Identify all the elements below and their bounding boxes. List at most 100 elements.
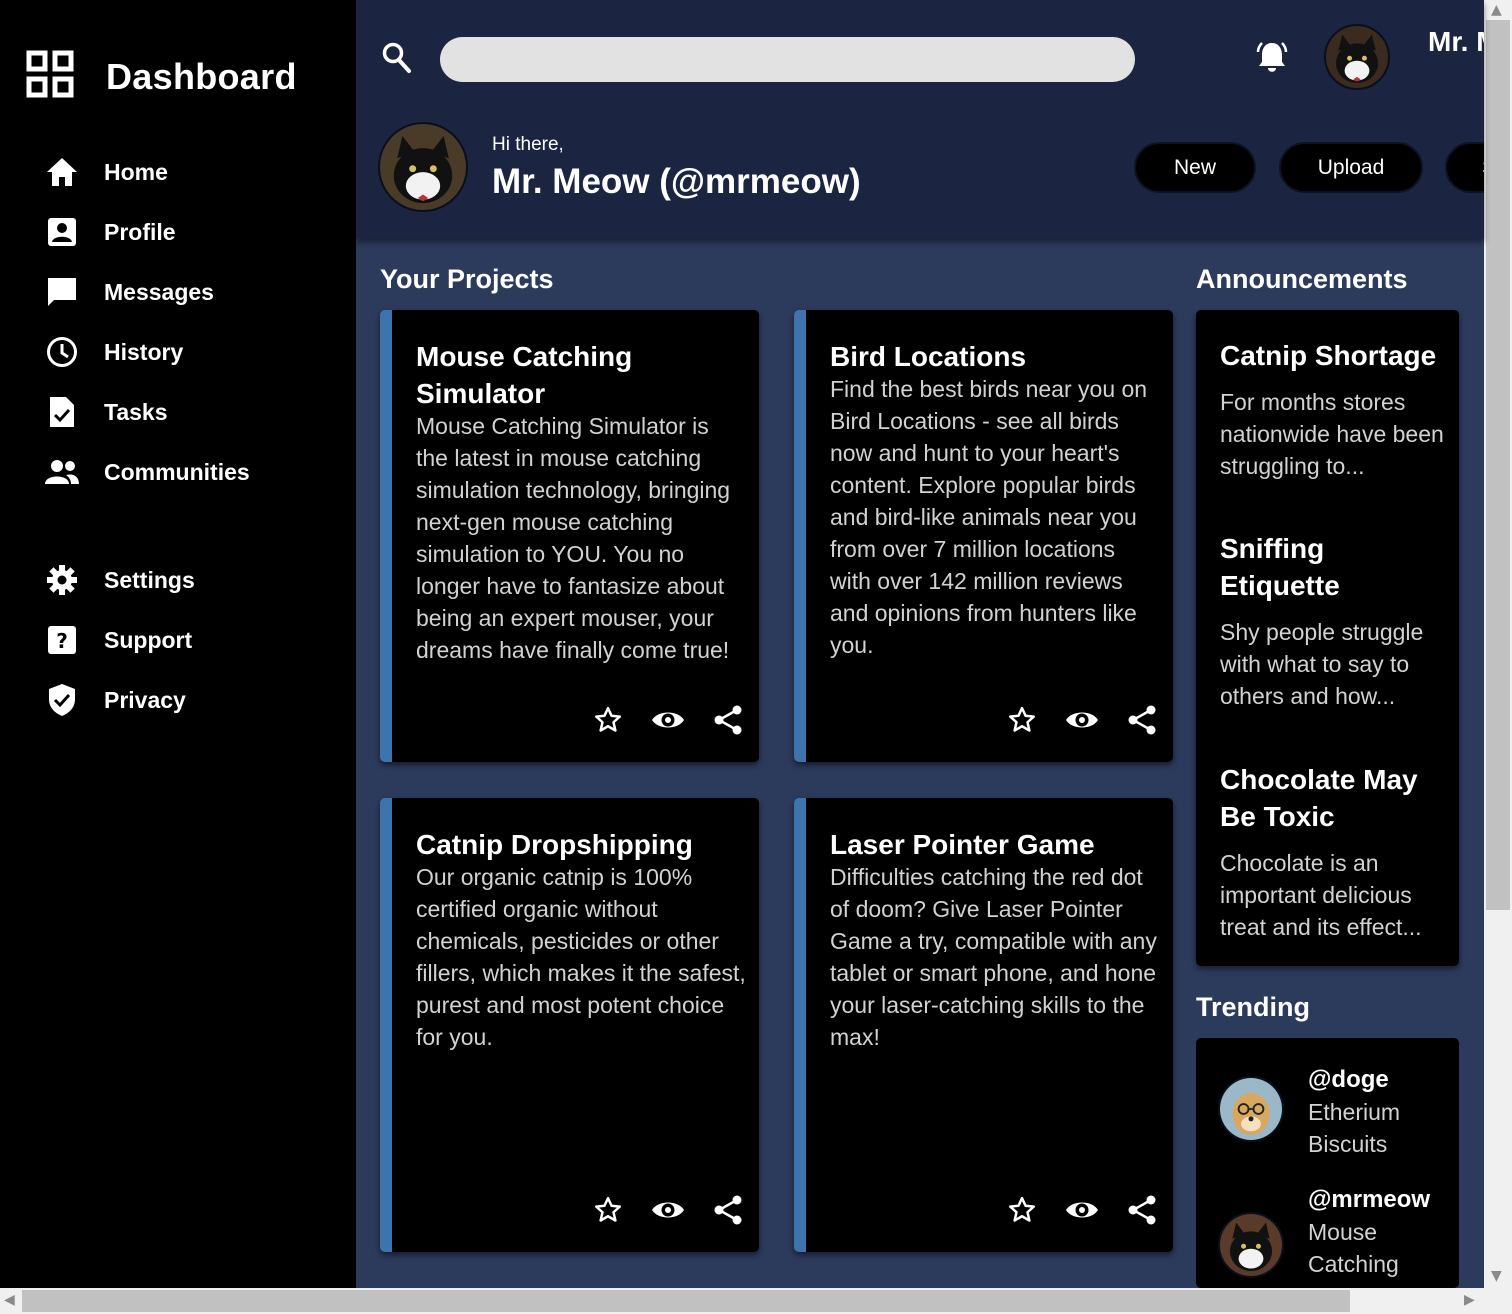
upload-button[interactable]: Upload <box>1279 142 1423 193</box>
user-avatar[interactable] <box>1324 24 1390 90</box>
announcement-text: For months stores nationwide have been s… <box>1220 389 1444 479</box>
star-icon[interactable] <box>578 1190 638 1230</box>
top-header: Mr. Meow Hi there, Mr. Meow (@mrmeow) Ne… <box>356 0 1484 238</box>
share-icon[interactable] <box>698 1190 758 1230</box>
sidebar-item-settings[interactable]: Settings <box>44 560 195 600</box>
eye-icon[interactable] <box>1052 700 1112 740</box>
announcement-item[interactable]: Sniffing Etiquette Shy people struggle w… <box>1220 530 1450 712</box>
project-card[interactable]: Laser Pointer Game Difficulties catching… <box>794 798 1173 1252</box>
sidebar-item-communities[interactable]: Communities <box>44 452 250 492</box>
project-description: Difficulties catching the red dot of doo… <box>830 864 1157 1050</box>
trending-project: Etherium Biscuits <box>1308 1099 1401 1157</box>
trending-title: Trending <box>1196 992 1310 1022</box>
project-card[interactable]: Mouse Catching Simulator Mouse Catching … <box>380 310 759 762</box>
project-card[interactable]: Bird Locations Find the best birds near … <box>794 310 1173 762</box>
scroll-left-arrow[interactable]: ◀ <box>4 1292 15 1308</box>
greeting-text: Hi there, <box>492 134 564 155</box>
trending-project: Mouse Catching <box>1308 1219 1399 1277</box>
eye-icon[interactable] <box>638 1190 698 1230</box>
trending-avatar[interactable] <box>1218 1212 1284 1278</box>
project-card[interactable]: Catnip Dropshipping Our organic catnip i… <box>380 798 759 1252</box>
vertical-scroll-thumb[interactable] <box>1486 20 1510 910</box>
sidebar-item-history[interactable]: History <box>44 332 183 372</box>
project-title: Laser Pointer Game <box>830 829 1095 860</box>
announcement-text: Chocolate is an important delicious trea… <box>1220 850 1422 940</box>
sidebar-item-profile[interactable]: Profile <box>44 212 176 252</box>
trending-item[interactable]: @mrmeow Mouse Catching <box>1308 1184 1458 1280</box>
project-actions <box>578 1190 758 1230</box>
sidebar-item-privacy[interactable]: Privacy <box>44 680 186 720</box>
search-icon[interactable] <box>382 42 412 79</box>
project-actions <box>992 700 1172 740</box>
sidebar-item-label: Communities <box>104 458 250 485</box>
dashboard-title: Dashboard <box>106 55 297 97</box>
notification-bell-icon[interactable] <box>1254 40 1290 81</box>
sidebar-item-label: Support <box>104 626 193 653</box>
sidebar-item-label: Profile <box>104 218 176 245</box>
share-icon[interactable] <box>1112 1190 1172 1230</box>
announcement-item[interactable]: Chocolate May Be Toxic Chocolate is an i… <box>1220 761 1450 943</box>
sidebar: Dashboard Home Profile Messages History … <box>0 0 356 1288</box>
project-description: Our organic catnip is 100% certified org… <box>416 864 746 1050</box>
share-icon[interactable] <box>1112 700 1172 740</box>
history-icon <box>44 334 80 370</box>
profile-icon <box>44 214 80 250</box>
project-actions <box>992 1190 1172 1230</box>
star-icon[interactable] <box>992 700 1052 740</box>
announcements-card: Catnip Shortage For months stores nation… <box>1196 310 1459 966</box>
gear-icon <box>44 562 80 598</box>
greeting-avatar <box>378 122 468 212</box>
eye-icon[interactable] <box>638 700 698 740</box>
announcement-text: Shy people struggle with what to say to … <box>1220 619 1424 709</box>
star-icon[interactable] <box>578 700 638 740</box>
announcement-title: Chocolate May Be Toxic <box>1220 764 1418 832</box>
new-button[interactable]: New <box>1134 142 1256 193</box>
announcement-title: Sniffing Etiquette <box>1220 533 1340 601</box>
sidebar-item-messages[interactable]: Messages <box>44 272 214 312</box>
project-title: Catnip Dropshipping <box>416 829 693 860</box>
sidebar-item-label: Home <box>104 158 168 185</box>
star-icon[interactable] <box>992 1190 1052 1230</box>
sidebar-item-label: Privacy <box>104 686 186 713</box>
greeting-name: Mr. Meow (@mrmeow) <box>492 162 861 201</box>
eye-icon[interactable] <box>1052 1190 1112 1230</box>
home-icon <box>44 154 80 190</box>
dashboard-grid-icon <box>26 50 74 103</box>
scroll-right-arrow[interactable]: ▶ <box>1464 1292 1475 1308</box>
trending-card: @doge Etherium Biscuits @mrmeow Mouse Ca… <box>1196 1038 1459 1288</box>
project-description: Find the best birds near you on Bird Loc… <box>830 376 1148 658</box>
help-icon: ? <box>44 622 80 658</box>
project-description: Mouse Catching Simulator is the latest i… <box>416 413 731 663</box>
user-name[interactable]: Mr. Meow <box>1428 24 1484 60</box>
sidebar-item-support[interactable]: ? Support <box>44 620 192 660</box>
scroll-up-arrow[interactable]: ▲ <box>1491 2 1502 18</box>
projects-title: Your Projects <box>380 264 554 294</box>
sidebar-item-label: Settings <box>104 566 195 593</box>
sidebar-item-home[interactable]: Home <box>44 152 168 192</box>
announcements-title: Announcements <box>1196 264 1408 294</box>
sidebar-item-tasks[interactable]: Tasks <box>44 392 168 432</box>
sidebar-item-label: History <box>104 338 184 365</box>
announcement-title: Catnip Shortage <box>1220 340 1437 371</box>
shield-icon <box>44 682 80 718</box>
svg-text:?: ? <box>56 629 68 653</box>
sidebar-item-label: Messages <box>104 278 214 305</box>
trending-handle: @doge <box>1308 1066 1389 1093</box>
share-button[interactable]: Share <box>1445 142 1484 193</box>
brand[interactable]: Dashboard <box>26 50 297 103</box>
project-title: Mouse Catching Simulator <box>416 341 633 409</box>
trending-avatar[interactable] <box>1218 1076 1284 1142</box>
project-title: Bird Locations <box>830 341 1027 372</box>
scroll-down-arrow[interactable]: ▼ <box>1491 1268 1502 1284</box>
announcement-item[interactable]: Catnip Shortage For months stores nation… <box>1220 337 1450 482</box>
sidebar-item-label: Tasks <box>104 398 168 425</box>
horizontal-scroll-thumb[interactable] <box>22 1290 1350 1312</box>
project-actions <box>578 700 758 740</box>
tasks-icon <box>44 394 80 430</box>
trending-handle: @mrmeow <box>1308 1186 1431 1213</box>
share-icon[interactable] <box>698 700 758 740</box>
messages-icon <box>44 274 80 310</box>
trending-item[interactable]: @doge Etherium Biscuits <box>1308 1064 1458 1160</box>
search-input[interactable] <box>440 37 1135 82</box>
communities-icon <box>44 454 80 490</box>
